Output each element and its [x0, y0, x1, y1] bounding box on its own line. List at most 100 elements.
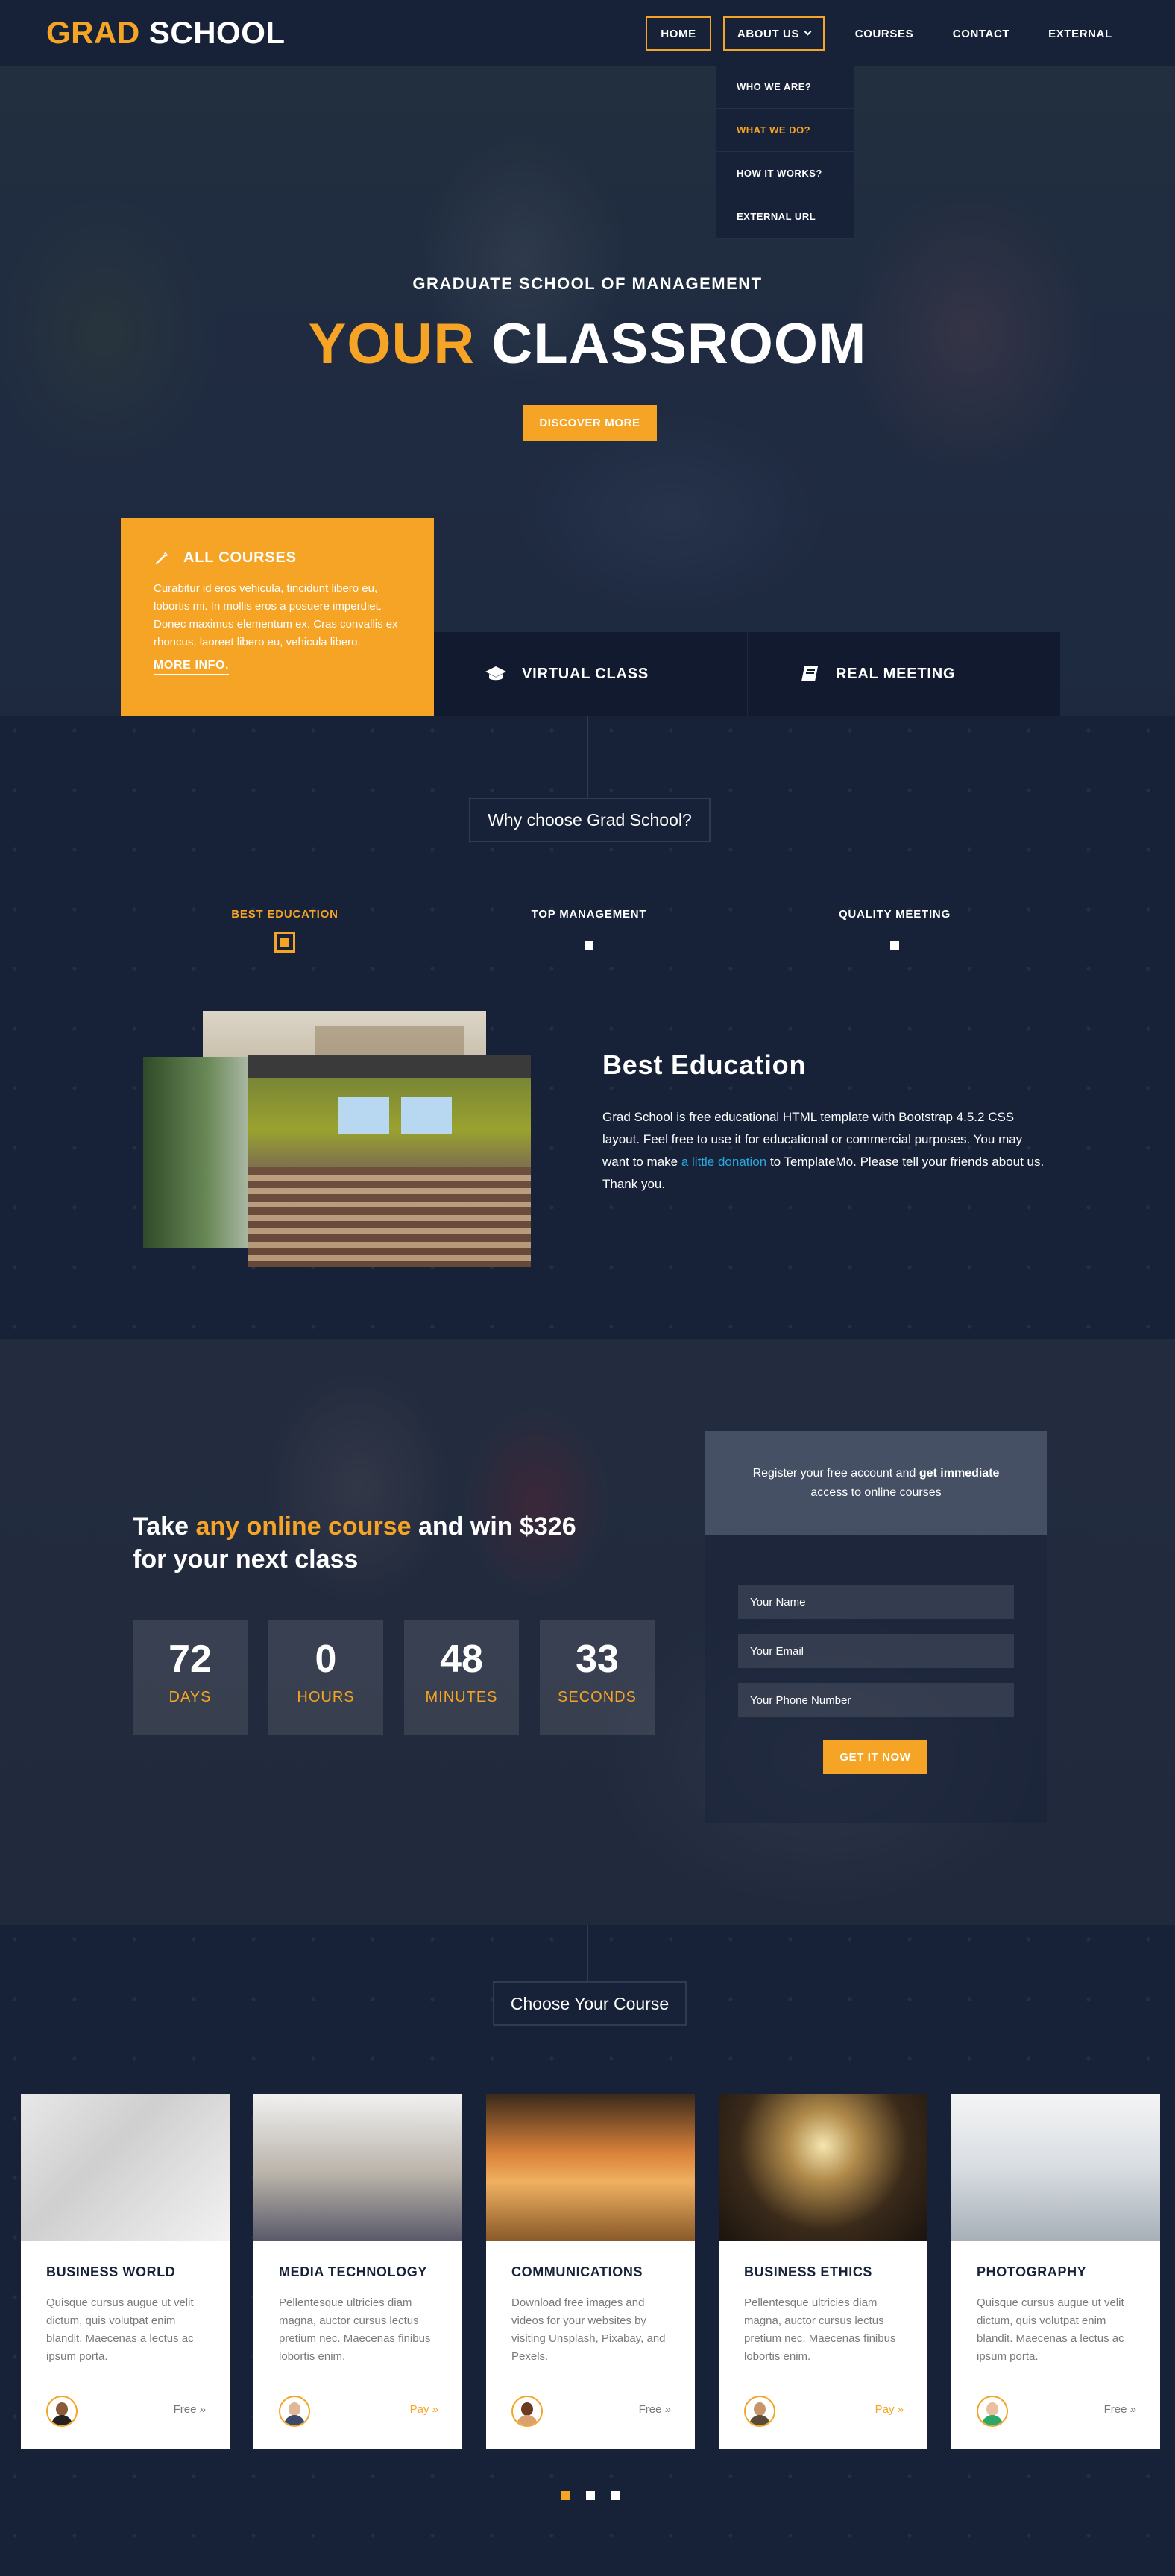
countdown-value: 72	[168, 1638, 212, 1681]
site-header: GRAD SCHOOL HOME ABOUT US COURSES CONTAC…	[0, 0, 1175, 66]
dropdown-what-we-do[interactable]: WHAT WE DO?	[716, 109, 854, 152]
panel-title: Best Education	[602, 1049, 807, 1080]
course-card[interactable]: MEDIA TECHNOLOGY Pellentesque ultricies …	[253, 2094, 462, 2449]
email-field[interactable]: Your Email	[738, 1634, 1014, 1668]
course-card[interactable]: COMMUNICATIONS Download free images and …	[486, 2094, 695, 2449]
countdown-label: DAYS	[168, 1689, 212, 1705]
signup-intro-line2: access to online courses	[810, 1486, 942, 1499]
courses-section: Choose Your Course BUSINESS WORLD Quisqu…	[0, 1925, 1175, 2576]
feature-virtual-class[interactable]: VIRTUAL CLASS	[434, 632, 747, 716]
avatar-face	[521, 2402, 533, 2416]
countdown-days: 72 DAYS	[133, 1620, 248, 1735]
course-description: Pellentesque ultricies diam magna, aucto…	[279, 2296, 431, 2363]
instructor-avatar	[46, 2396, 78, 2427]
countdown-seconds: 33 SECONDS	[540, 1620, 655, 1735]
course-card[interactable]: BUSINESS WORLD Quisque cursus augue ut v…	[21, 2094, 230, 2449]
instructor-avatar	[511, 2396, 543, 2427]
avatar-body	[517, 2415, 538, 2425]
course-price[interactable]: Free »	[1104, 2403, 1136, 2416]
course-title: COMMUNICATIONS	[511, 2264, 643, 2279]
feature-all-courses: ALL COURSES Curabitur id eros vehicula, …	[121, 518, 434, 716]
chevron-down-icon	[804, 28, 812, 36]
phone-field[interactable]: Your Phone Number	[738, 1683, 1014, 1717]
avatar-face	[56, 2402, 68, 2416]
signup-intro-pre: Register your free account and	[752, 1467, 916, 1480]
nav-home-label: HOME	[661, 27, 696, 40]
feature-all-courses-title: ALL COURSES	[183, 549, 297, 566]
nav-home[interactable]: HOME	[646, 16, 711, 51]
course-title: BUSINESS ETHICS	[744, 2264, 873, 2279]
feature-all-courses-text: Curabitur id eros vehicula, tincidunt li…	[154, 582, 398, 648]
course-title: BUSINESS WORLD	[46, 2264, 176, 2279]
instructor-avatar	[744, 2396, 775, 2427]
nav-external[interactable]: EXTERNAL	[1039, 16, 1121, 51]
countdown-value: 0	[315, 1638, 337, 1681]
avatar-body	[749, 2415, 770, 2425]
countdown-heading-post: and win $326	[418, 1512, 576, 1541]
signup-intro: Register your free account and get immed…	[705, 1431, 1047, 1535]
lecture-hall-photo	[248, 1055, 531, 1267]
tab-quality-meeting[interactable]: QUALITY MEETING	[760, 908, 1029, 921]
nav-courses[interactable]: COURSES	[847, 16, 922, 51]
carousel-dot[interactable]	[561, 2491, 570, 2500]
carousel-dot[interactable]	[586, 2491, 595, 2500]
get-it-now-button[interactable]: GET IT NOW	[823, 1740, 927, 1774]
avatar-face	[986, 2402, 998, 2416]
discover-more-button[interactable]: DISCOVER MORE	[523, 405, 657, 441]
course-card[interactable]: BUSINESS ETHICS Pellentesque ultricies d…	[719, 2094, 927, 2449]
graduation-cap-icon	[485, 666, 506, 681]
signup-intro-bold: get immediate	[919, 1467, 1000, 1480]
course-price[interactable]: Free »	[639, 2403, 671, 2416]
name-field[interactable]: Your Name	[738, 1585, 1014, 1619]
more-info-link[interactable]: MORE INFO.	[154, 659, 230, 675]
course-description: Quisque cursus augue ut velit dictum, qu…	[977, 2296, 1124, 2363]
course-price[interactable]: Free »	[174, 2403, 206, 2416]
avatar-body	[51, 2415, 72, 2425]
countdown-heading-pre: Take	[133, 1512, 189, 1541]
instructor-avatar	[977, 2396, 1008, 2427]
countdown-hours: 0 HOURS	[268, 1620, 383, 1735]
donation-link[interactable]: a little donation	[681, 1155, 766, 1169]
countdown-minutes: 48 MINUTES	[404, 1620, 519, 1735]
course-description: Quisque cursus augue ut velit dictum, qu…	[46, 2296, 194, 2363]
feature-all-courses-heading: ALL COURSES	[154, 549, 401, 566]
course-title: PHOTOGRAPHY	[977, 2264, 1087, 2279]
countdown-value: 48	[440, 1638, 483, 1681]
avatar-face	[289, 2402, 300, 2416]
hero-subtitle: GRADUATE SCHOOL OF MANAGEMENT	[412, 274, 763, 293]
dropdown-who-we-are[interactable]: WHO WE ARE?	[716, 66, 854, 109]
tab-best-education[interactable]: BEST EDUCATION	[151, 908, 419, 921]
section-divider-line	[587, 1925, 588, 1981]
dropdown-external-url[interactable]: EXTERNAL URL	[716, 195, 854, 239]
lecture-hall-seats	[248, 1167, 531, 1267]
course-price[interactable]: Pay »	[875, 2403, 904, 2416]
avatar-face	[754, 2402, 766, 2416]
tab-indicator-quality-meeting[interactable]	[890, 941, 899, 950]
avatar-body	[284, 2415, 305, 2425]
projector-screen	[401, 1097, 452, 1134]
countdown-section: Take any online course and win $326 for …	[0, 1339, 1175, 1925]
feature-real-meeting[interactable]: REAL MEETING	[747, 632, 1060, 716]
why-section: Why choose Grad School? BEST EDUCATION T…	[0, 716, 1175, 1339]
course-price[interactable]: Pay »	[410, 2403, 438, 2416]
countdown-value: 33	[576, 1638, 619, 1681]
course-card[interactable]: PHOTOGRAPHY Quisque cursus augue ut veli…	[951, 2094, 1160, 2449]
tab-top-management[interactable]: TOP MANAGEMENT	[455, 908, 723, 921]
tab-indicator-top-management[interactable]	[585, 941, 593, 950]
hero-title-highlight: YOUR	[308, 312, 476, 376]
site-logo[interactable]: GRAD SCHOOL	[46, 15, 286, 51]
dropdown-how-it-works[interactable]: HOW IT WORKS?	[716, 152, 854, 195]
course-image-media-technology	[253, 2094, 462, 2241]
carousel-dot[interactable]	[611, 2491, 620, 2500]
students-photo	[143, 1057, 262, 1248]
nav-courses-label: COURSES	[854, 27, 914, 40]
nav-contact[interactable]: CONTACT	[944, 16, 1018, 51]
feature-real-meeting-title: REAL MEETING	[836, 665, 956, 682]
tab-indicator-best-education[interactable]	[274, 932, 295, 953]
lecture-hall-ceiling	[248, 1055, 531, 1078]
nav-about-label: ABOUT US	[737, 27, 800, 40]
nav-about[interactable]: ABOUT US	[723, 16, 825, 51]
course-title: MEDIA TECHNOLOGY	[279, 2264, 427, 2279]
hero-title: YOUR CLASSROOM	[0, 312, 1175, 376]
courses-section-title: Choose Your Course	[493, 1981, 687, 2026]
